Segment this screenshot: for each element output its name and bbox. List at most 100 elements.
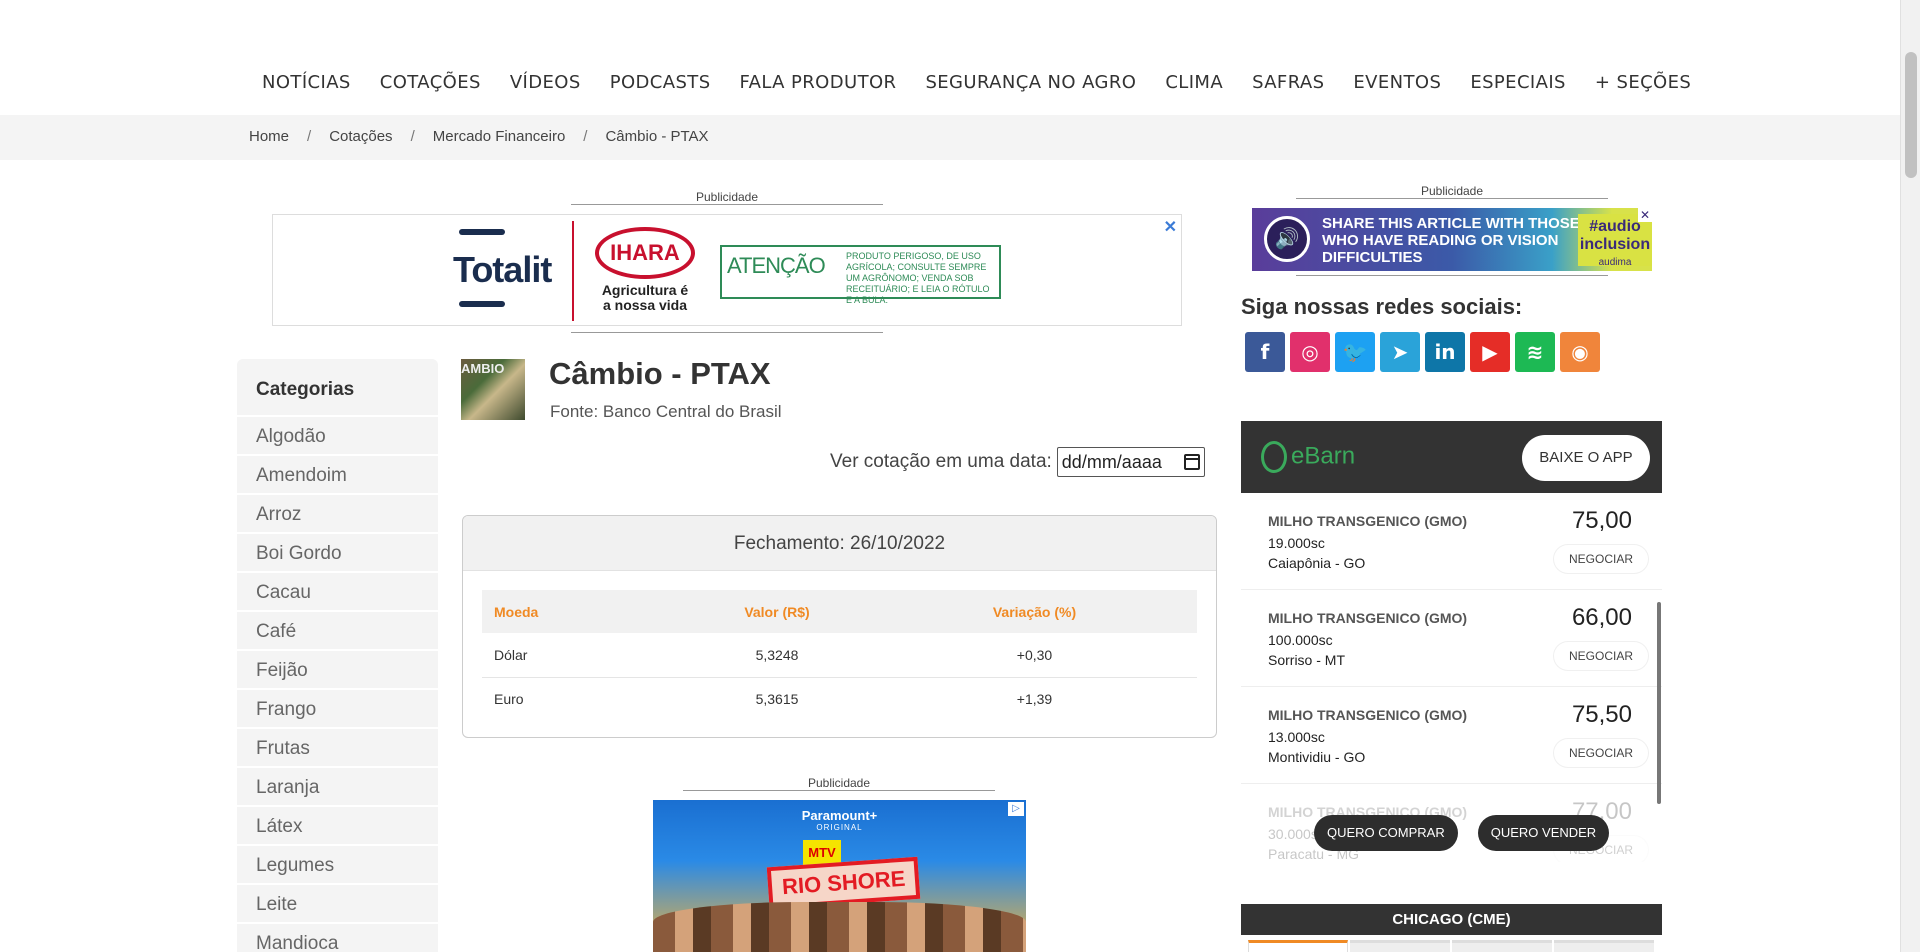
chicago-tabs	[1248, 940, 1654, 952]
column-header-variation: Variação (%)	[872, 590, 1197, 633]
category-item[interactable]: Frango	[237, 688, 438, 727]
negotiate-button[interactable]: NEGOCIAR	[1554, 642, 1648, 670]
variation-cell: +0,30	[872, 633, 1197, 678]
category-item[interactable]: Café	[237, 610, 438, 649]
listing-item[interactable]: MILHO TRANSGENICO (GMO) 100.000sc Sorris…	[1241, 590, 1662, 687]
category-item[interactable]: Mandioca	[237, 922, 438, 952]
download-app-button[interactable]: BAIXE O APP	[1522, 435, 1650, 481]
breadcrumb-bar: Home / Cotações / Mercado Financeiro / C…	[0, 115, 1900, 160]
category-item[interactable]: Feijão	[237, 649, 438, 688]
linkedin-icon[interactable]: in	[1425, 332, 1465, 372]
chicago-tab[interactable]	[1452, 940, 1552, 952]
ebarn-scrollbar[interactable]	[1657, 602, 1661, 804]
chicago-tab[interactable]	[1350, 940, 1450, 952]
ebarn-widget: eBarn BAIXE O APP MILHO TRANSGENICO (GMO…	[1241, 421, 1662, 862]
category-item[interactable]: Algodão	[237, 415, 438, 454]
quote-table: Moeda Valor (R$) Variação (%) Dólar 5,32…	[482, 590, 1197, 721]
listing-price: 66,00	[1571, 604, 1632, 631]
nav-item-eventos[interactable]: EVENTOS	[1353, 72, 1441, 93]
nav-item-cotacoes[interactable]: COTAÇÕES	[380, 72, 481, 93]
ihara-logo: IHARA	[595, 227, 695, 279]
negotiate-button[interactable]: NEGOCIAR	[1554, 739, 1648, 767]
scrollbar-thumb[interactable]	[1905, 52, 1917, 178]
currency-cell: Dólar	[482, 633, 682, 678]
warning-text: PRODUTO PERIGOSO, DE USO AGRÍCOLA; CONSU…	[846, 251, 990, 305]
category-item[interactable]: Cacau	[237, 571, 438, 610]
date-label: Ver cotação em uma data:	[830, 451, 1052, 472]
breadcrumb: Home / Cotações / Mercado Financeiro / C…	[249, 128, 709, 145]
speaker-icon: 🔊	[1264, 216, 1310, 262]
close-ad-icon[interactable]: ✕	[1164, 217, 1177, 237]
page-scrollbar[interactable]	[1900, 0, 1920, 952]
cast-image	[653, 902, 1026, 952]
quote-card: Fechamento: 26/10/2022 Moeda Valor (R$) …	[462, 515, 1217, 738]
nav-item-noticias[interactable]: NOTÍCIAS	[262, 72, 351, 93]
rss-icon[interactable]: ◉	[1560, 332, 1600, 372]
top-navigation: NOTÍCIAS COTAÇÕES VÍDEOS PODCASTS FALA P…	[0, 0, 1900, 115]
negotiate-button[interactable]: NEGOCIAR	[1554, 545, 1648, 573]
paramount-video-ad[interactable]: Paramount+ ORIGINAL MTV RIO SHORE ▷	[653, 800, 1026, 952]
spotify-icon[interactable]: ≋	[1515, 332, 1555, 372]
ebarn-logo[interactable]: eBarn	[1261, 441, 1355, 473]
breadcrumb-cotacoes[interactable]: Cotações	[329, 128, 392, 145]
listing-item[interactable]: MILHO TRANSGENICO (GMO) 19.000sc Caiapôn…	[1241, 493, 1662, 590]
facebook-icon[interactable]: f	[1245, 332, 1285, 372]
close-ad-icon[interactable]: ✕	[1638, 208, 1652, 222]
nav-item-seguranca-no-agro[interactable]: SEGURANÇA NO AGRO	[925, 72, 1136, 93]
audio-tag-text: #audio inclusion	[1579, 218, 1651, 253]
buy-button[interactable]: QUERO COMPRAR	[1314, 815, 1458, 851]
nav-item-especiais[interactable]: ESPECIAIS	[1470, 72, 1566, 93]
thumbnail-text: AMBIO	[461, 361, 505, 376]
breadcrumb-mercado-financeiro[interactable]: Mercado Financeiro	[433, 128, 566, 145]
category-item[interactable]: Legumes	[237, 844, 438, 883]
audima-brand: audima	[1598, 257, 1632, 268]
nav-item-podcasts[interactable]: PODCASTS	[610, 72, 711, 93]
category-item[interactable]: Amendoim	[237, 454, 438, 493]
listing-item[interactable]: MILHO TRANSGENICO (GMO) 13.000sc Montivi…	[1241, 687, 1662, 784]
breadcrumb-separator: /	[307, 128, 312, 145]
nav-item-fala-produtor[interactable]: FALA PRODUTOR	[740, 72, 897, 93]
categories-list: Algodão Amendoim Arroz Boi Gordo Cacau C…	[237, 415, 438, 952]
ebarn-header: eBarn BAIXE O APP	[1241, 421, 1662, 493]
category-item[interactable]: Leite	[237, 883, 438, 922]
adchoices-icon[interactable]: ▷	[1008, 802, 1024, 816]
value-cell: 5,3615	[755, 691, 799, 708]
breadcrumb-home[interactable]: Home	[249, 128, 289, 145]
twitter-icon[interactable]: 🐦	[1335, 332, 1375, 372]
nav-item-mais-secoes[interactable]: + SEÇÕES	[1595, 72, 1691, 93]
audio-inclusion-ad[interactable]: 🔊 SHARE THIS ARTICLE WITH THOSE WHO HAVE…	[1252, 208, 1652, 271]
currency-thumbnail: AMBIO	[461, 359, 525, 420]
chicago-tab[interactable]	[1248, 940, 1348, 952]
social-links: f ◎ 🐦 ➤ in ▶ ≋ ◉	[1245, 332, 1600, 372]
page-title: Câmbio - PTAX	[549, 356, 771, 391]
category-item[interactable]: Laranja	[237, 766, 438, 805]
category-item[interactable]: Látex	[237, 805, 438, 844]
date-input[interactable]: dd/mm/aaaa	[1056, 447, 1205, 477]
listing-price: 75,50	[1571, 701, 1632, 728]
nav-item-safras[interactable]: SAFRAS	[1252, 72, 1324, 93]
table-row: Dólar 5,3248 +0,30	[482, 633, 1197, 678]
calendar-icon[interactable]	[1183, 454, 1200, 470]
nav-item-clima[interactable]: CLIMA	[1165, 72, 1223, 93]
youtube-icon[interactable]: ▶	[1470, 332, 1510, 372]
category-item[interactable]: Boi Gordo	[237, 532, 438, 571]
table-header-row: Moeda Valor (R$) Variação (%)	[482, 590, 1197, 633]
sell-button[interactable]: QUERO VENDER	[1477, 815, 1610, 851]
listing-price: 75,00	[1571, 507, 1632, 534]
chicago-tab[interactable]	[1554, 940, 1654, 952]
table-row: Euro 5,3615 +1,39	[482, 677, 1197, 721]
categories-sidebar: Categorias Algodão Amendoim Arroz Boi Go…	[237, 359, 438, 952]
nav-item-videos[interactable]: VÍDEOS	[510, 72, 581, 93]
paramount-original: ORIGINAL	[816, 823, 863, 832]
currency-cell: Euro	[494, 691, 524, 708]
category-item[interactable]: Arroz	[237, 493, 438, 532]
top-banner-ad[interactable]: Totalit IHARA Agricultura é a nossa vida…	[272, 214, 1182, 326]
main-menu: NOTÍCIAS COTAÇÕES VÍDEOS PODCASTS FALA P…	[262, 72, 1720, 93]
closing-date-heading: Fechamento: 26/10/2022	[463, 516, 1216, 571]
totalit-logo: Totalit	[453, 229, 552, 307]
paramount-brand: Paramount+	[801, 808, 878, 823]
telegram-icon[interactable]: ➤	[1380, 332, 1420, 372]
category-item[interactable]: Frutas	[237, 727, 438, 766]
instagram-icon[interactable]: ◎	[1290, 332, 1330, 372]
variation-cell: +1,39	[1016, 691, 1053, 708]
